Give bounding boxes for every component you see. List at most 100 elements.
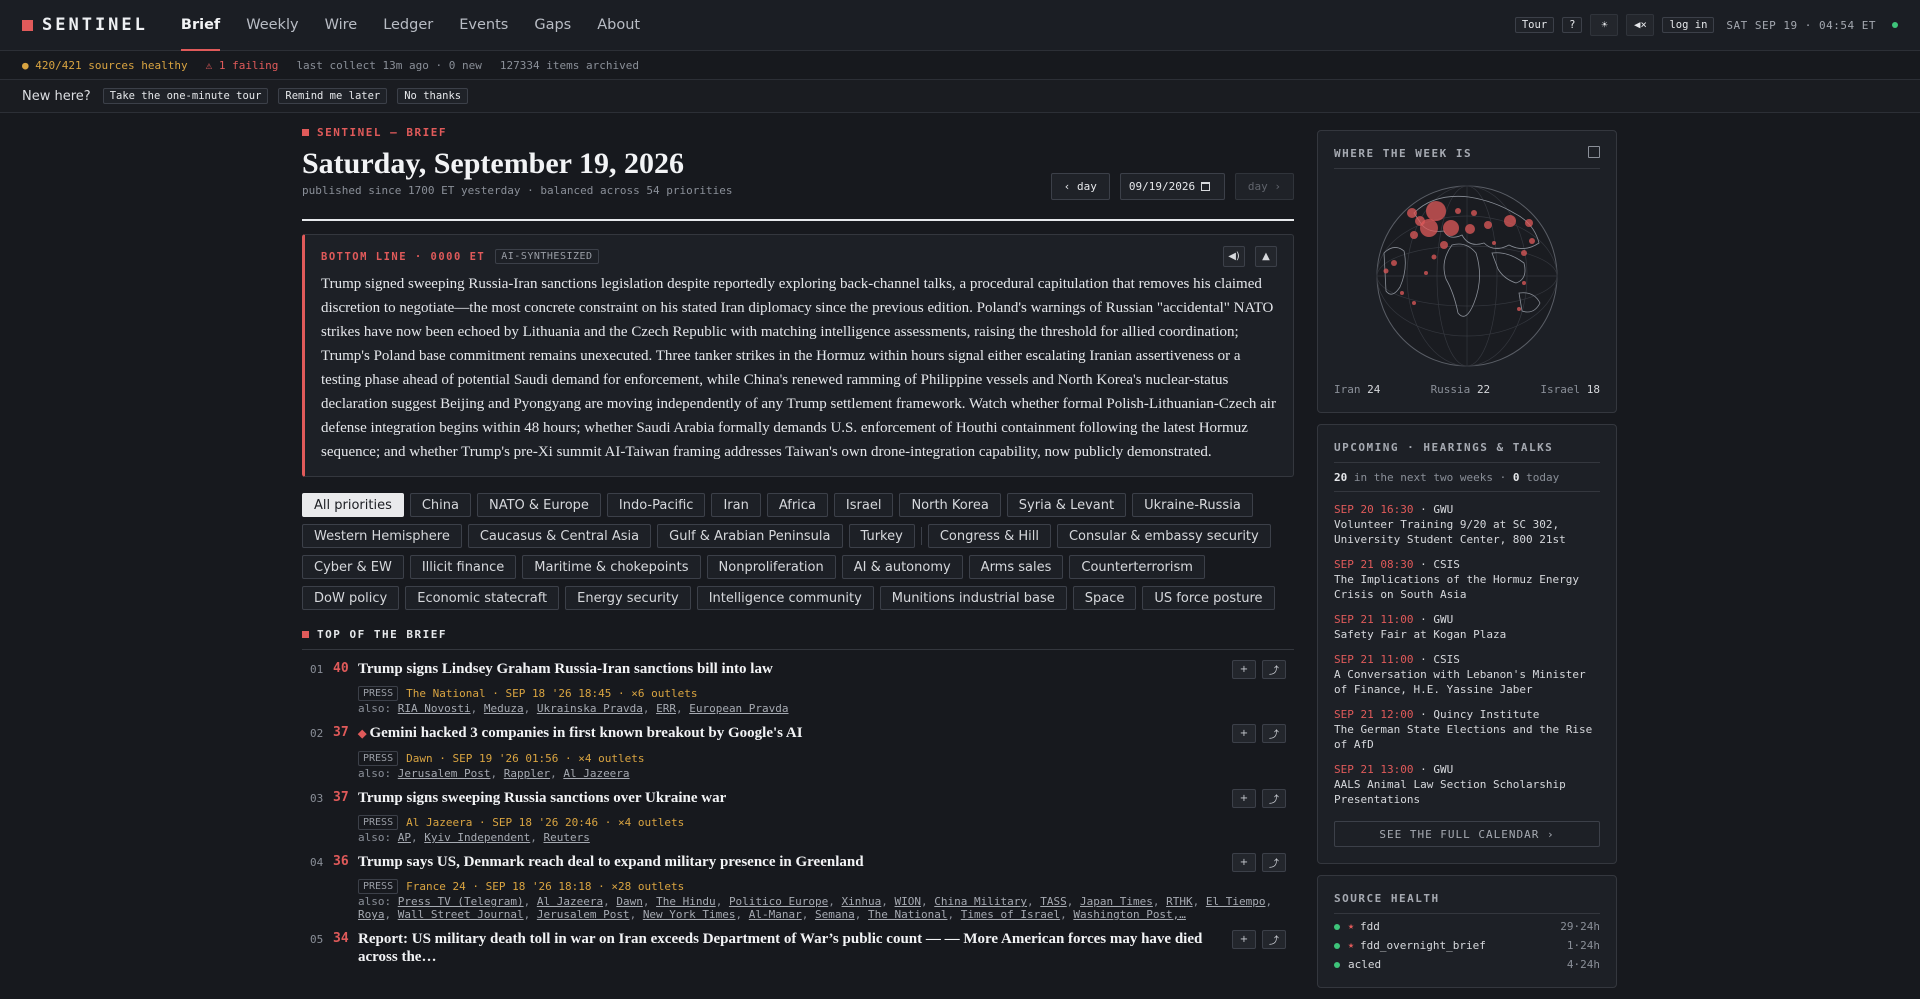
also-outlet-link[interactable]: China Military xyxy=(934,895,1027,908)
priority-chip[interactable]: US force posture xyxy=(1142,586,1275,610)
also-outlet-link[interactable]: The Hindu xyxy=(656,895,716,908)
share-icon[interactable]: ⤴ xyxy=(1262,789,1286,808)
source-row[interactable]: ★ fdd 29·24h xyxy=(1334,920,1600,933)
priority-chip[interactable]: All priorities xyxy=(302,493,404,517)
also-outlet-link[interactable]: European Pravda xyxy=(689,702,788,715)
also-outlet-link[interactable]: Meduza xyxy=(484,702,524,715)
priority-chip[interactable]: Western Hemisphere xyxy=(302,524,462,548)
add-icon[interactable]: + xyxy=(1232,724,1256,743)
also-outlet-link[interactable]: ERR xyxy=(656,702,676,715)
story-title-text[interactable]: Trump signs Lindsey Graham Russia-Iran s… xyxy=(358,661,773,677)
globe-legend-item[interactable]: Israel 18 xyxy=(1540,383,1600,396)
also-outlet-link[interactable]: WION xyxy=(895,895,922,908)
story-title-text[interactable]: Gemini hacked 3 companies in first known… xyxy=(369,725,802,741)
priority-chip[interactable]: Arms sales xyxy=(968,555,1064,579)
also-outlet-link[interactable]: RIA Novosti xyxy=(398,702,471,715)
priority-chip[interactable]: China xyxy=(409,493,471,517)
also-outlet-link[interactable]: Roya xyxy=(358,908,385,921)
help-button[interactable]: ? xyxy=(1562,17,1583,33)
nav-link-brief[interactable]: Brief xyxy=(168,0,233,51)
add-icon[interactable]: + xyxy=(1232,853,1256,872)
also-outlet-link[interactable]: Kyiv Independent xyxy=(424,831,530,844)
priority-chip[interactable]: Turkey xyxy=(848,524,915,548)
priority-chip[interactable]: Intelligence community xyxy=(696,586,874,610)
priority-chip[interactable]: Maritime & chokepoints xyxy=(522,555,701,579)
also-outlet-link[interactable]: Reuters xyxy=(543,831,589,844)
share-icon[interactable]: ⤴ xyxy=(1262,724,1286,743)
full-calendar-button[interactable]: SEE THE FULL CALENDAR › xyxy=(1334,821,1600,847)
brand[interactable]: SENTINEL xyxy=(22,15,148,35)
also-outlet-link[interactable]: Japan Times xyxy=(1080,895,1153,908)
priority-chip[interactable]: North Korea xyxy=(899,493,1001,517)
also-outlet-link[interactable]: Washington Post,… xyxy=(1073,908,1186,921)
date-input[interactable]: 09/19/2026 xyxy=(1119,173,1225,200)
priority-chip[interactable]: Space xyxy=(1072,586,1137,610)
nav-link-weekly[interactable]: Weekly xyxy=(233,0,311,51)
also-outlet-link[interactable]: Al Jazeera xyxy=(563,767,629,780)
priority-chip[interactable]: Gulf & Arabian Peninsula xyxy=(657,524,843,548)
also-outlet-link[interactable]: AP xyxy=(398,831,411,844)
priority-chip[interactable]: Syria & Levant xyxy=(1006,493,1127,517)
also-outlet-link[interactable]: RTHK xyxy=(1166,895,1193,908)
priority-chip[interactable]: Munitions industrial base xyxy=(879,586,1067,610)
globe-legend-item[interactable]: Russia 22 xyxy=(1431,383,1491,396)
next-day-button[interactable]: day › xyxy=(1234,173,1294,200)
nav-link-gaps[interactable]: Gaps xyxy=(521,0,584,51)
also-outlet-link[interactable]: New York Times xyxy=(643,908,736,921)
priority-chip[interactable]: Indo-Pacific xyxy=(606,493,706,517)
also-outlet-link[interactable]: Xinhua xyxy=(842,895,882,908)
remind-later-button[interactable]: Remind me later xyxy=(278,88,388,104)
also-outlet-link[interactable]: Semana xyxy=(815,908,855,921)
also-outlet-link[interactable]: TASS xyxy=(1040,895,1067,908)
also-outlet-link[interactable]: Al-Manar xyxy=(749,908,802,921)
nav-link-wire[interactable]: Wire xyxy=(312,0,371,51)
story-title-text[interactable]: Report: US military death toll in war on… xyxy=(358,931,1202,965)
share-icon[interactable]: ⤴ xyxy=(1262,853,1286,872)
prev-day-button[interactable]: ‹ day xyxy=(1050,173,1110,200)
priority-chip[interactable]: Economic statecraft xyxy=(405,586,560,610)
share-icon[interactable]: ⤴ xyxy=(1262,660,1286,679)
also-outlet-link[interactable]: Times of Israel xyxy=(961,908,1060,921)
story-title[interactable]: Trump signs Lindsey Graham Russia-Iran s… xyxy=(358,660,1294,678)
story-title-text[interactable]: Trump signs sweeping Russia sanctions ov… xyxy=(358,790,726,806)
also-outlet-link[interactable]: Wall Street Journal xyxy=(398,908,524,921)
event-item[interactable]: SEP 21 12:00 · Quincy Institute The Germa… xyxy=(1334,707,1600,752)
story-title[interactable]: ◆ Gemini hacked 3 companies in first know… xyxy=(358,724,1294,743)
priority-chip[interactable]: NATO & Europe xyxy=(477,493,601,517)
story-title[interactable]: Report: US military death toll in war on… xyxy=(358,930,1294,966)
story-source[interactable]: Al Jazeera · SEP 18 '26 20:46 · ×4 outle… xyxy=(406,816,684,829)
priority-chip[interactable]: Israel xyxy=(833,493,894,517)
mute-toggle-icon[interactable]: ◀× xyxy=(1626,14,1655,36)
priority-chip[interactable]: Nonproliferation xyxy=(706,555,836,579)
priority-chip[interactable]: Ukraine-Russia xyxy=(1132,493,1253,517)
also-outlet-link[interactable]: Al Jazeera xyxy=(537,895,603,908)
add-icon[interactable]: + xyxy=(1232,930,1256,949)
priority-chip[interactable]: Energy security xyxy=(565,586,691,610)
priority-chip[interactable]: Illicit finance xyxy=(409,555,517,579)
also-outlet-link[interactable]: The National xyxy=(868,908,947,921)
event-item[interactable]: SEP 21 11:00 · CSIS A Conversation with L… xyxy=(1334,652,1600,697)
add-icon[interactable]: + xyxy=(1232,789,1256,808)
story-title[interactable]: Trump signs sweeping Russia sanctions ov… xyxy=(358,789,1294,807)
also-outlet-link[interactable]: Press TV (Telegram) xyxy=(398,895,524,908)
priority-chip[interactable]: Consular & embassy security xyxy=(1056,524,1271,548)
speaker-icon[interactable]: ◀) xyxy=(1223,246,1245,267)
also-outlet-link[interactable]: El Tiempo xyxy=(1206,895,1266,908)
also-outlet-link[interactable]: Jerusalem Post xyxy=(398,767,491,780)
nav-link-about[interactable]: About xyxy=(584,0,653,51)
globe[interactable] xyxy=(1334,183,1600,369)
share-icon[interactable]: ⤴ xyxy=(1262,930,1286,949)
story-title-text[interactable]: Trump says US, Denmark reach deal to exp… xyxy=(358,854,864,870)
sources-healthy[interactable]: ● 420/421 sources healthy xyxy=(22,59,188,72)
add-icon[interactable]: + xyxy=(1232,660,1256,679)
expand-icon[interactable] xyxy=(1588,146,1600,158)
story-source[interactable]: France 24 · SEP 18 '26 18:18 · ×28 outle… xyxy=(406,880,684,893)
globe-legend-item[interactable]: Iran 24 xyxy=(1334,383,1380,396)
priority-chip[interactable]: DoW policy xyxy=(302,586,400,610)
priority-chip[interactable]: Caucasus & Central Asia xyxy=(467,524,652,548)
event-item[interactable]: SEP 21 11:00 · GWU Safety Fair at Kogan P… xyxy=(1334,612,1600,642)
priority-chip[interactable]: Cyber & EW xyxy=(302,555,404,579)
also-outlet-link[interactable]: Jerusalem Post xyxy=(537,908,630,921)
story-title[interactable]: Trump says US, Denmark reach deal to exp… xyxy=(358,853,1294,871)
no-thanks-button[interactable]: No thanks xyxy=(397,88,469,104)
